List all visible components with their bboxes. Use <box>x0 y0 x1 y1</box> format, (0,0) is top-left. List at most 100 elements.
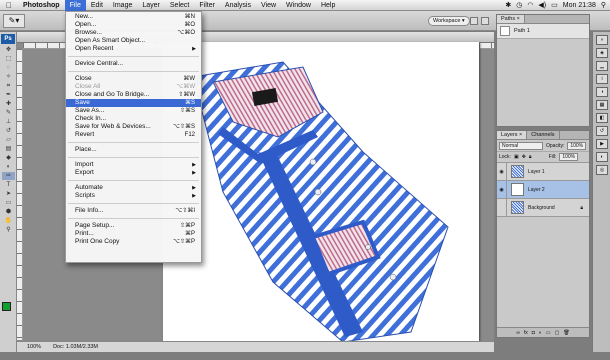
actions-icon[interactable]: ▶ <box>596 139 608 149</box>
new-layer-icon[interactable]: ▢ <box>555 330 560 336</box>
delete-layer-icon[interactable]: 🗑︎ <box>563 330 569 336</box>
quick-select-tool-icon[interactable]: ✧ <box>2 73 15 81</box>
blur-tool-icon[interactable]: ◆ <box>2 154 15 162</box>
menu-item-close[interactable]: Close ⌘W <box>66 75 201 83</box>
type-tool-icon[interactable]: T <box>2 181 15 189</box>
menu-edit[interactable]: Edit <box>86 0 108 11</box>
menu-item-place[interactable]: Place... <box>66 146 201 154</box>
apple-menu-icon[interactable]:  <box>0 1 18 10</box>
menu-help[interactable]: Help <box>316 0 340 11</box>
menu-item-close-go-bridge[interactable]: Close and Go To Bridge... ⇧⌘W <box>66 91 201 99</box>
shape-tool-icon[interactable]: ▭ <box>2 199 15 207</box>
menu-filter[interactable]: Filter <box>194 0 220 11</box>
lock-position-icon[interactable]: ✥ <box>522 154 526 160</box>
battery-icon[interactable]: ▭ <box>551 0 558 11</box>
menu-item-print[interactable]: Print... ⌘P <box>66 230 201 238</box>
swatches-icon[interactable]: ▦ <box>596 100 608 110</box>
workspace-button[interactable]: Workspace ▾ <box>428 16 470 26</box>
brush-tool-icon[interactable]: ✎ <box>2 109 15 117</box>
marquee-tool-icon[interactable]: ⬚ <box>2 55 15 63</box>
menu-select[interactable]: Select <box>165 0 194 11</box>
history-icon[interactable]: ↺ <box>596 126 608 136</box>
tab-paths[interactable]: Paths × <box>497 15 525 23</box>
move-tool-icon[interactable]: ✥ <box>2 46 15 54</box>
spotlight-icon[interactable]: ⚲ <box>601 0 606 11</box>
adjustment-layer-icon[interactable]: ◐ <box>539 330 542 336</box>
panel-icon[interactable] <box>481 17 489 25</box>
masks-icon[interactable]: ◎ <box>596 165 608 175</box>
eyedropper-tool-icon[interactable]: ✒ <box>2 91 15 99</box>
adjustments-icon[interactable]: ◐ <box>596 152 608 162</box>
navigator-icon[interactable]: ◈ <box>596 48 608 58</box>
gradient-tool-icon[interactable]: ▤ <box>2 145 15 153</box>
path-row[interactable]: Path 1 <box>497 24 589 39</box>
menu-item-open[interactable]: Open... ⌘O <box>66 21 201 29</box>
ruler-vertical[interactable] <box>17 49 23 340</box>
volume-icon[interactable]: ◀) <box>538 0 546 11</box>
menu-item-export[interactable]: Export ▶ <box>66 169 201 177</box>
color-icon[interactable]: ◑ <box>596 87 608 97</box>
new-group-icon[interactable]: ▭ <box>546 330 551 336</box>
menu-item-automate[interactable]: Automate ▶ <box>66 184 201 192</box>
palette-well-icon[interactable] <box>470 17 478 25</box>
layer-style-icon[interactable]: fx <box>524 330 528 336</box>
menu-item-new[interactable]: New... ⌘N <box>66 13 201 21</box>
document-size[interactable]: Doc: 1.03M/2.33M <box>53 344 98 350</box>
menu-file[interactable]: File <box>64 0 86 11</box>
dodge-tool-icon[interactable]: ◐ <box>2 163 15 171</box>
visibility-eye-icon[interactable] <box>497 198 507 217</box>
eraser-tool-icon[interactable]: ▱ <box>2 136 15 144</box>
wifi-icon[interactable]: ◠ <box>527 0 533 11</box>
menu-item-open-recent[interactable]: Open Recent ▶ <box>66 45 201 53</box>
lock-pixels-icon[interactable]: ▣ <box>514 154 519 160</box>
pen-tool-icon[interactable]: ✑ <box>2 172 15 180</box>
histogram-icon[interactable]: ▁ <box>596 61 608 71</box>
visibility-eye-icon[interactable]: ◉ <box>497 162 507 181</box>
menu-item-device-central[interactable]: Device Central... <box>66 60 201 68</box>
blend-mode-select[interactable]: Normal <box>499 141 543 150</box>
healing-tool-icon[interactable]: ✚ <box>2 100 15 108</box>
crop-tool-icon[interactable]: ⌗ <box>2 82 15 90</box>
info-icon[interactable]: i <box>596 74 608 84</box>
menu-window[interactable]: Window <box>281 0 316 11</box>
lock-all-icon[interactable]: 🔒︎ <box>529 154 532 160</box>
menu-item-open-smart-object[interactable]: Open As Smart Object... <box>66 37 201 45</box>
menu-image[interactable]: Image <box>108 0 137 11</box>
layer-row[interactable]: ◉ Layer 1 <box>497 162 589 181</box>
menu-view[interactable]: View <box>256 0 281 11</box>
link-layers-icon[interactable]: ∞ <box>516 330 520 336</box>
menu-item-scripts[interactable]: Scripts ▶ <box>66 192 201 200</box>
timemachine-icon[interactable]: ◷ <box>516 0 522 11</box>
3d-tool-icon[interactable]: ⬢ <box>2 208 15 216</box>
menu-layer[interactable]: Layer <box>137 0 165 11</box>
visibility-eye-icon[interactable]: ◉ <box>497 180 507 199</box>
foreground-color-swatch[interactable] <box>2 302 11 311</box>
stamp-tool-icon[interactable]: ⊥ <box>2 118 15 126</box>
menu-item-print-one-copy[interactable]: Print One Copy ⌥⇧⌘P <box>66 238 201 246</box>
menu-item-save[interactable]: Save ⌘S <box>66 99 201 107</box>
styles-icon[interactable]: ◧ <box>596 113 608 123</box>
history-brush-tool-icon[interactable]: ↺ <box>2 127 15 135</box>
menu-item-browse[interactable]: Browse... ⌥⌘O <box>66 29 201 37</box>
layer-row-selected[interactable]: ◉ Layer 2 <box>497 180 589 199</box>
canvas[interactable] <box>163 42 479 347</box>
add-mask-icon[interactable]: ◘ <box>532 330 535 336</box>
menu-item-revert[interactable]: Revert F12 <box>66 131 201 139</box>
menu-item-save-as[interactable]: Save As... ⇧⌘S <box>66 107 201 115</box>
menu-item-save-for-web[interactable]: Save for Web & Devices... ⌥⇧⌘S <box>66 123 201 131</box>
menu-item-import[interactable]: Import ▶ <box>66 161 201 169</box>
zoom-tool-icon[interactable]: ⚲ <box>2 226 15 234</box>
menu-item-check-in[interactable]: Check In... <box>66 115 201 123</box>
lasso-tool-icon[interactable]: ◌ <box>2 64 15 72</box>
clock[interactable]: Mon 21:38 <box>563 0 596 11</box>
tab-layers[interactable]: Layers × <box>497 131 528 139</box>
fill-field[interactable]: 100% <box>559 153 579 161</box>
opacity-field[interactable]: 100% <box>567 141 587 150</box>
collapse-icon[interactable]: » <box>596 35 608 45</box>
menu-photoshop[interactable]: Photoshop <box>18 0 65 11</box>
menu-item-file-info[interactable]: File Info... ⌥⇧⌘I <box>66 207 201 215</box>
hand-tool-icon[interactable]: ✋ <box>2 217 15 225</box>
zoom-level[interactable]: 100% <box>27 344 41 350</box>
layer-row[interactable]: Background 🔒︎ <box>497 198 589 217</box>
path-select-tool-icon[interactable]: ➤ <box>2 190 15 198</box>
